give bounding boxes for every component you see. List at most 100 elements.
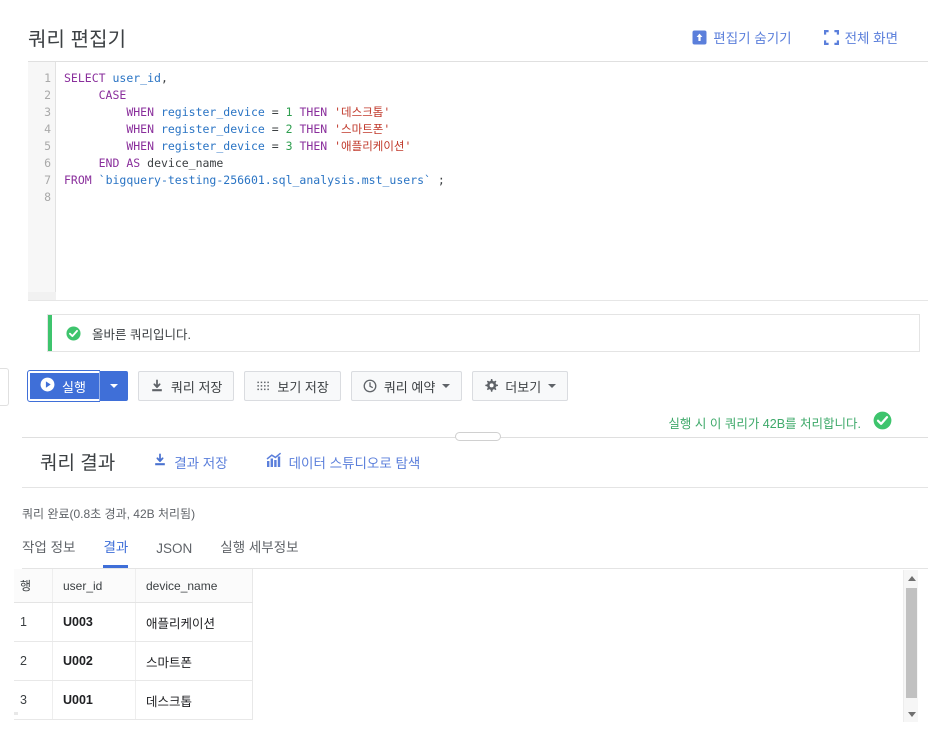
save-download-icon [150,379,164,393]
scroll-down-button[interactable] [904,706,919,722]
panel-resize-handle[interactable] [455,432,501,441]
fullscreen-icon [823,29,839,45]
code-line: WHEN register_device = 2 THEN '스마트폰' [64,121,928,138]
chevron-up-icon [907,575,916,581]
code-token: THEN [299,139,328,153]
line-number: 4 [44,122,51,136]
code-token: '애플리케이션' [334,139,412,153]
clock-icon [363,379,377,393]
save-query-button[interactable]: 쿼리 저장 [137,371,235,401]
table-cell: 스마트폰 [135,641,253,681]
code-token: END [98,156,120,170]
collapsed-panel-edge[interactable] [0,368,9,406]
table-header-row: 행 user_id device_name [14,569,253,603]
results-table: 행 user_id device_name 1 U003 애플리케이션 2 U002 스마트폰… [14,569,253,720]
explore-data-studio-label: 데이터 스튜디오로 탐색 [288,455,421,471]
code-token: CASE [98,88,127,102]
code-token: = [264,105,286,119]
line-number: 2 [44,88,51,102]
run-query-button[interactable]: 실행 [27,370,100,402]
table-cell: 데스크톱 [135,680,253,720]
save-query-label: 쿼리 저장 [170,379,223,395]
chevron-down-icon [442,384,451,388]
save-view-label: 보기 저장 [277,379,329,395]
query-status-text: 쿼리 완료(0.8초 경과, 42B 처리됨) [22,507,196,521]
play-icon [40,377,55,395]
results-header-divider [22,487,928,488]
tab-1[interactable]: 결과 [103,536,129,568]
table-cell: 1 [14,602,53,642]
code-token: WHEN [126,139,155,153]
editor-bottom-divider [28,300,928,301]
code-line: WHEN register_device = 1 THEN '데스크톱' [64,104,928,121]
line-number: 3 [44,105,51,119]
column-header: user_id [52,569,136,603]
table-row: 1 U003 애플리케이션 [14,602,253,642]
hide-editor-button[interactable]: 편집기 숨기기 [692,27,792,47]
code-token: 3 [285,139,293,153]
query-cost-estimate: 실행 시 이 쿼리가 42B를 처리합니다. [668,411,892,433]
check-circle-icon [66,325,81,341]
code-line: END AS device_name [64,155,928,172]
sql-code-editor[interactable]: 1 2 3 4 5 6 7 8 SELECT user_id, CASE WHEN regis… [28,62,928,300]
code-token: register_device [160,105,265,119]
save-results-button[interactable]: 결과 저장 [153,452,228,472]
tab-2[interactable]: JSON [156,541,192,568]
schedule-query-button[interactable]: 쿼리 예약 [350,371,463,401]
line-number: 1 [44,71,51,85]
line-number: 5 [44,139,51,153]
fullscreen-label: 전체 화면 [844,31,898,46]
code-token: device_name [147,156,224,170]
chevron-down-icon [548,384,557,388]
chevron-down-icon [109,384,118,388]
code-token: '스마트폰' [334,122,391,136]
code-token: WHEN [126,105,155,119]
code-token: THEN [299,105,328,119]
scrollbar-thumb[interactable] [906,588,917,698]
table-cell: 애플리케이션 [135,602,253,642]
fullscreen-button[interactable]: 전체 화면 [823,27,898,47]
page-title: 쿼리 편집기 [28,28,127,51]
line-number: 8 [44,190,51,204]
query-editor-header: 쿼리 편집기 편집기 숨기기 전체 화면 [28,14,912,60]
code-token: register_device [160,139,265,153]
table-row: 2 U002 스마트폰 [14,641,253,681]
sql-code-content[interactable]: SELECT user_id, CASE WHEN register_devic… [56,62,928,300]
tab-3[interactable]: 실행 세부정보 [220,536,298,568]
hide-editor-icon [692,30,707,45]
code-token: '데스크톱' [334,105,391,119]
results-scrollbar[interactable] [903,570,918,722]
tab-0[interactable]: 작업 정보 [22,536,75,568]
code-token: register_device [160,122,265,136]
results-tabs: 작업 정보 결과 JSON 실행 세부정보 [22,536,299,568]
code-token: = [264,122,286,136]
code-token: user_id [112,71,161,85]
table-cell: U001 [52,680,136,720]
table-cell: 2 [14,641,53,681]
save-results-label: 결과 저장 [174,455,228,471]
table-bottom-edge [14,712,18,715]
explore-data-studio-button[interactable]: 데이터 스튜디오로 탐색 [266,452,421,472]
code-token: `bigquery-testing-256601.sql_analysis.ms… [98,173,431,187]
gear-icon [484,379,499,393]
save-view-button[interactable]: 보기 저장 [244,371,341,401]
results-header: 쿼리 결과 결과 저장 데이터 스튜디오로 탐색 [40,448,420,475]
line-number: 6 [44,156,51,170]
more-options-button[interactable]: 더보기 [472,371,569,401]
table-cell: U003 [52,602,136,642]
results-title: 쿼리 결과 [40,453,116,474]
code-line: WHEN register_device = 3 THEN '애플리케이션' [64,138,928,155]
table-cell: 3 [14,680,53,720]
code-token: , [160,71,168,85]
chevron-down-icon [907,711,916,717]
table-row: 3 U001 데스크톱 [14,680,253,720]
run-query-group[interactable]: 실행 [27,370,128,402]
scroll-up-button[interactable] [904,570,919,586]
run-options-dropdown[interactable] [100,371,128,401]
column-header: 행 [14,569,53,603]
